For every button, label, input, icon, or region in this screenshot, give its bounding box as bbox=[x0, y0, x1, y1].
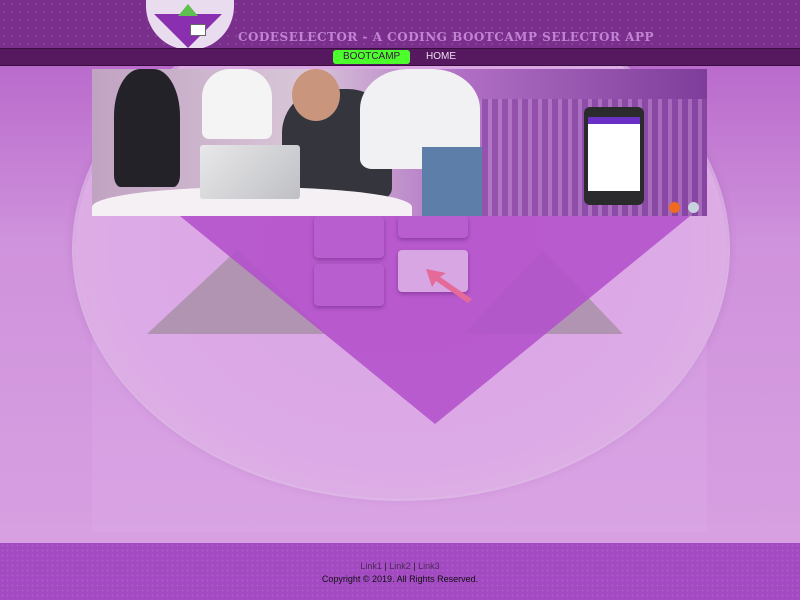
copyright-text: Copyright © 2019. All Rights Reserved. bbox=[321, 574, 479, 584]
footer-separator: | bbox=[413, 561, 416, 571]
site-title: CODESELECTOR - A CODING BOOTCAMP SELECTO… bbox=[238, 30, 654, 44]
app-tile bbox=[314, 264, 384, 306]
logo-monitor-icon bbox=[190, 24, 206, 36]
phone-screen bbox=[588, 117, 640, 191]
footer-links: Link1 | Link2 | Link3 bbox=[0, 561, 800, 571]
hero-person-head bbox=[292, 69, 340, 121]
nav-bar: BOOTCAMP HOME bbox=[0, 48, 800, 66]
phone-mockup bbox=[584, 107, 644, 205]
carousel-dot[interactable] bbox=[688, 202, 699, 213]
arrow-icon bbox=[426, 269, 472, 303]
hero-person bbox=[114, 69, 180, 187]
hero-person bbox=[202, 69, 272, 139]
footer-separator: | bbox=[384, 561, 387, 571]
app-tile bbox=[314, 216, 384, 258]
phone-app-bar bbox=[588, 117, 640, 124]
footer-link-2[interactable]: Link2 bbox=[389, 561, 411, 571]
hero-banner bbox=[92, 69, 707, 216]
site-header: CODESELECTOR - A CODING BOOTCAMP SELECTO… bbox=[0, 0, 800, 50]
app-tile bbox=[398, 216, 468, 238]
footer-link-1[interactable]: Link1 bbox=[360, 561, 382, 571]
logo-triangle-icon bbox=[154, 14, 222, 48]
site-logo[interactable] bbox=[146, 0, 234, 50]
laptop-icon bbox=[200, 145, 300, 199]
carousel-dot-active[interactable] bbox=[669, 202, 680, 213]
site-footer: Link1 | Link2 | Link3 Copyright © 2019. … bbox=[0, 543, 800, 600]
hero-person-jeans bbox=[422, 147, 482, 216]
decorative-triangle-large bbox=[175, 212, 695, 424]
footer-link-3[interactable]: Link3 bbox=[418, 561, 440, 571]
nav-bootcamp-button[interactable]: BOOTCAMP bbox=[333, 50, 411, 64]
logo-leaf-icon bbox=[178, 4, 198, 16]
nav-home-link[interactable]: HOME bbox=[416, 50, 466, 64]
